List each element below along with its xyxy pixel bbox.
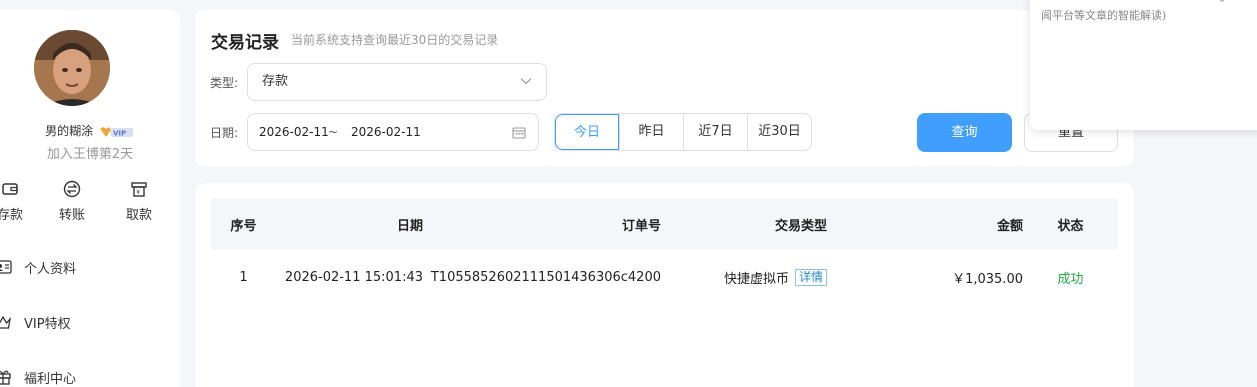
- page-subtitle: 当前系统支持查询最近30日的交易记录: [291, 33, 499, 47]
- deposit-label: 存款: [0, 208, 23, 223]
- id-card-icon: [0, 260, 12, 274]
- username: 男的糊涂 VIP: [0, 122, 180, 139]
- detail-link[interactable]: 详情: [794, 268, 827, 286]
- deposit-action[interactable]: 存款: [0, 180, 40, 223]
- joined-days: 加入王博第2天: [46, 147, 134, 162]
- range-yesterday[interactable]: 昨日: [619, 114, 683, 150]
- col-seq: 序号: [230, 218, 257, 234]
- withdraw-icon: ¥: [131, 182, 147, 197]
- user-sidebar: 男的糊涂 VIP 加入王博第2天 存款 转账 ¥ 取款 个人资料 VIP特权 福…: [0, 10, 180, 387]
- status-badge: 成功: [1057, 271, 1084, 287]
- search-panel: 交易记录 当前系统支持查询最近30日的交易记录 类型: 存款 日期: 2026-…: [195, 10, 1134, 166]
- transfer-icon: [63, 180, 81, 198]
- type-select-value: 存款: [262, 74, 289, 89]
- type-select[interactable]: 存款: [247, 63, 547, 101]
- range-30days[interactable]: 近30日: [747, 114, 811, 150]
- range-7days[interactable]: 近7日: [683, 114, 747, 150]
- col-date: 日期: [396, 218, 423, 234]
- svg-text:VIP: VIP: [113, 129, 126, 137]
- table-header: 序号 日期 订单号 交易类型 金额 状态: [211, 198, 1118, 250]
- wallet-icon: [2, 183, 18, 195]
- vip-badge-icon: VIP: [99, 126, 133, 137]
- menu-profile-label: 个人资料: [24, 261, 77, 277]
- date-range-picker[interactable]: 2026-02-11 ~ 2026-02-11: [247, 113, 539, 151]
- crown-icon: [0, 315, 12, 329]
- date-start[interactable]: 2026-02-11: [259, 114, 329, 150]
- range-today[interactable]: 今日: [555, 114, 619, 150]
- svg-text:¥: ¥: [136, 189, 140, 196]
- close-icon[interactable]: [1220, 0, 1224, 2]
- withdraw-action[interactable]: ¥ 取款: [109, 180, 169, 223]
- popup-text: 闻平台等文章的智能解读): [1041, 9, 1167, 22]
- col-status: 状态: [1057, 218, 1084, 234]
- page-title: 交易记录: [211, 33, 279, 53]
- avatar[interactable]: [34, 30, 110, 106]
- withdraw-label: 取款: [125, 208, 152, 223]
- row-seq: 1: [239, 269, 248, 285]
- row-order: T1055852602111501436306c4200: [430, 269, 661, 285]
- row-type-cell: 快捷虚拟币 详情: [661, 250, 827, 304]
- date-label: 日期:: [210, 126, 239, 140]
- date-range-tabs: 今日 昨日 近7日 近30日: [554, 113, 812, 151]
- date-end[interactable]: 2026-02-11: [351, 114, 421, 150]
- col-amount: 金额: [996, 218, 1023, 234]
- gift-icon: [0, 370, 11, 385]
- menu-welfare-label: 福利中心: [24, 371, 77, 387]
- username-text: 男的糊涂: [45, 124, 94, 138]
- date-separator: ~: [328, 125, 339, 139]
- menu-welfare[interactable]: 福利中心: [0, 365, 76, 387]
- calendar-icon: [512, 127, 526, 139]
- menu-vip-label: VIP特权: [24, 316, 71, 332]
- transactions-panel: 序号 日期 订单号 交易类型 金额 状态 1 2026-02-11 15:01:…: [195, 183, 1134, 387]
- col-type: 交易类型: [774, 218, 827, 234]
- table-row: 1 2026-02-11 15:01:43 T10558526021115014…: [211, 250, 1118, 304]
- avatar-image: [34, 30, 110, 106]
- transfer-action[interactable]: 转账: [42, 180, 102, 223]
- menu-vip[interactable]: VIP特权: [0, 310, 71, 334]
- query-button[interactable]: 查询: [917, 113, 1012, 152]
- chevron-down-icon: [520, 78, 532, 85]
- floating-popup: 闻平台等文章的智能解读): [1030, 0, 1257, 130]
- row-type: 快捷虚拟币: [723, 271, 789, 287]
- transfer-label: 转账: [58, 208, 85, 223]
- row-amount: ￥1,035.00: [952, 271, 1023, 287]
- col-order: 订单号: [621, 218, 661, 234]
- menu-profile[interactable]: 个人资料: [0, 255, 76, 279]
- row-date: 2026-02-11 15:01:43: [284, 269, 423, 285]
- type-label: 类型:: [210, 76, 239, 90]
